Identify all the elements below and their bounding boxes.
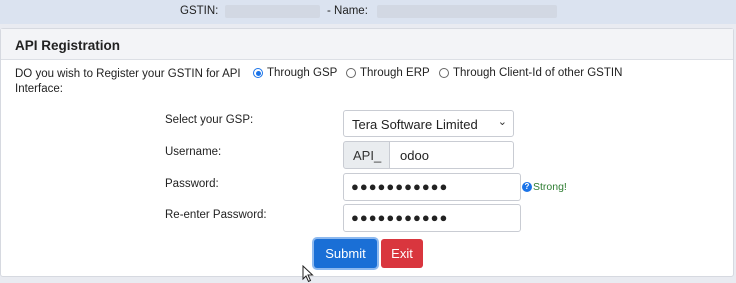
username-prefix: API_ [343, 141, 390, 169]
option-through-client-id[interactable]: Through Client-Id of other GSTIN [439, 67, 622, 79]
username-input[interactable]: odoo [389, 141, 514, 169]
repassword-input[interactable]: ●●●●●●●●●●● [343, 204, 521, 232]
option-through-gsp-label: Through GSP [267, 67, 338, 79]
mouse-pointer-icon [302, 265, 314, 283]
gsp-select-value: Tera Software Limited [352, 117, 478, 132]
name-redacted-value [377, 5, 557, 18]
password-strength: ? Strong! [522, 181, 567, 193]
option-through-erp-label: Through ERP [360, 67, 430, 79]
panel-title: API Registration [1, 29, 733, 60]
radio-through-erp[interactable] [346, 68, 356, 78]
option-through-client-id-label: Through Client-Id of other GSTIN [453, 67, 623, 79]
repassword-label: Re-enter Password: [165, 209, 267, 221]
gsp-select[interactable]: Tera Software Limited ⌄ [343, 110, 514, 137]
password-input[interactable]: ●●●●●●●●●●● [343, 173, 521, 201]
password-label: Password: [165, 178, 219, 190]
question-circle-icon[interactable]: ? [522, 182, 532, 192]
gsp-label: Select your GSP: [165, 114, 254, 126]
exit-button[interactable]: Exit [381, 239, 423, 268]
radio-through-client-id[interactable] [439, 68, 449, 78]
name-label: - Name: [327, 5, 368, 17]
chevron-down-icon: ⌄ [497, 116, 507, 128]
gstin-label: GSTIN: [180, 5, 219, 17]
username-label: Username: [165, 146, 222, 158]
option-through-erp[interactable]: Through ERP [346, 67, 430, 79]
gstin-redacted-value [225, 5, 320, 18]
submit-button[interactable]: Submit [314, 239, 377, 268]
register-question: DO you wish to Register your GSTIN for A… [15, 68, 241, 95]
radio-through-gsp[interactable] [253, 68, 263, 78]
gstin-info-bar: GSTIN: - Name: [0, 0, 736, 24]
option-through-gsp[interactable]: Through GSP [253, 67, 337, 79]
api-registration-panel: API Registration DO you wish to Register… [0, 28, 734, 283]
password-strength-text: Strong! [533, 181, 567, 193]
